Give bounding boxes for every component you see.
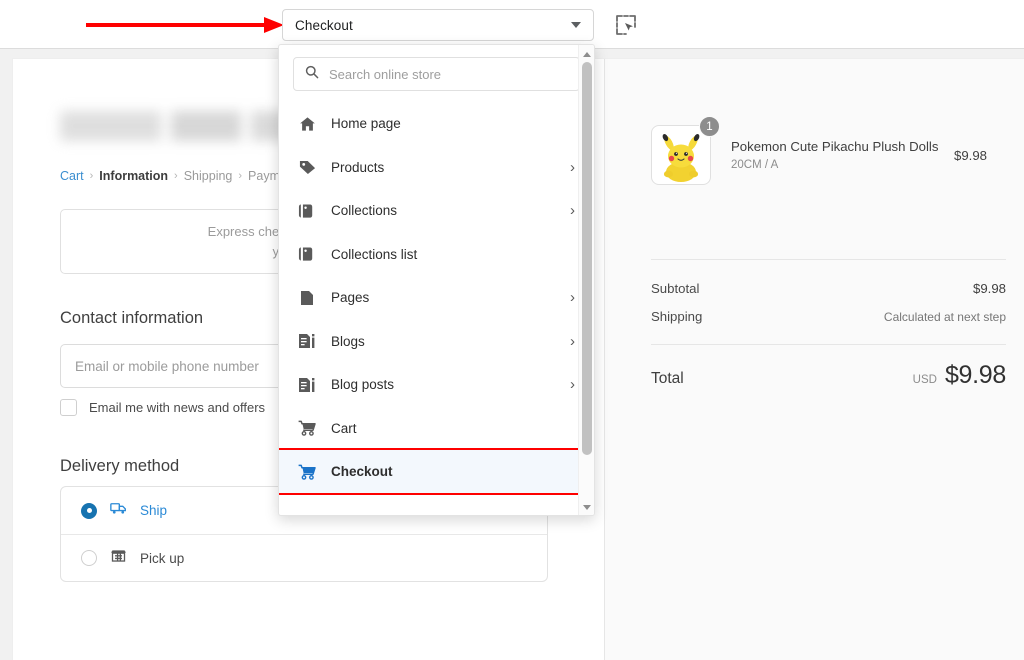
newsletter-optin-row[interactable]: Email me with news and offers [60, 399, 265, 416]
search-input-placeholder: Search online store [329, 66, 442, 82]
tag-icon [297, 159, 317, 175]
red-arrow-annotation [86, 15, 286, 35]
dropdown-item-label: Pages [331, 290, 370, 306]
page-selector[interactable]: Checkout [282, 9, 594, 41]
summary-divider-bottom [651, 344, 1006, 345]
line-item-variant: 20CM / A [731, 159, 779, 171]
breadcrumb-item-cart[interactable]: Cart [60, 169, 84, 183]
subtotal-value: $9.98 [972, 281, 1006, 296]
dropdown-item-label: Cart [331, 420, 357, 436]
scrollbar-thumb[interactable] [582, 62, 592, 455]
pickup-radio[interactable] [81, 550, 97, 566]
chevron-right-icon: › [570, 332, 575, 350]
dropdown-item-cart[interactable]: Cart [279, 407, 594, 451]
dropdown-item-list: Home page Products › Collections › Colle… [279, 100, 594, 495]
shipping-label: Shipping [651, 309, 703, 324]
dropdown-item-pages[interactable]: Pages › [279, 276, 594, 320]
dropdown-item-home-page[interactable]: Home page [279, 102, 594, 146]
summary-row-shipping: Shipping Calculated at next step [651, 309, 1006, 324]
preview-toolbar: Checkout [0, 0, 1024, 49]
blog-icon [297, 333, 317, 349]
dropdown-item-label: Blogs [331, 333, 365, 349]
dropdown-item-label: Collections [331, 203, 398, 219]
shipping-value: Calculated at next step [883, 310, 1006, 324]
subtotal-label: Subtotal [651, 281, 700, 296]
store-icon [110, 548, 127, 568]
chevron-right-icon: › [570, 289, 575, 307]
dropdown-item-blogs[interactable]: Blogs › [279, 320, 594, 364]
screenshot-root: Cart › Information › Shipping › Payme Ex… [0, 0, 1024, 660]
dropdown-item-label: Blog posts [331, 377, 395, 393]
search-icon [305, 65, 319, 84]
home-icon [297, 116, 317, 132]
dropdown-item-checkout[interactable]: Checkout [279, 448, 594, 495]
collection-icon [297, 203, 317, 219]
newsletter-label: Email me with news and offers [89, 400, 266, 415]
breadcrumb-separator: › [89, 170, 94, 182]
delivery-option-pickup[interactable]: Pick up [61, 534, 547, 581]
delivery-method-heading: Delivery method [60, 457, 180, 475]
breadcrumb-item-shipping: Shipping [183, 169, 233, 183]
contact-information-heading: Contact information [60, 309, 204, 327]
email-field-placeholder: Email or mobile phone number [75, 358, 259, 374]
line-item-details: Pokemon Cute Pikachu Plush Dolls 20CM / … [731, 139, 946, 171]
dropdown-item-label: Checkout [331, 464, 393, 480]
line-item-quantity-badge: 1 [699, 116, 720, 137]
total-currency: USD [912, 374, 937, 386]
delivery-option-ship-label: Ship [140, 503, 168, 518]
dropdown-item-label: Collections list [331, 246, 418, 262]
total-amount-group: USD $9.98 [912, 361, 1007, 390]
scroll-up-arrow[interactable] [579, 47, 594, 62]
dropdown-item-label: Products [331, 159, 385, 175]
chevron-right-icon: › [570, 376, 575, 394]
total-value: $9.98 [944, 361, 1006, 389]
dropdown-item-blog-posts[interactable]: Blog posts › [279, 363, 594, 407]
breadcrumb-separator: › [174, 170, 178, 182]
dropdown-item-collections-list[interactable]: Collections list [279, 233, 594, 277]
cart-icon [297, 464, 317, 480]
dropdown-item-products[interactable]: Products › [279, 146, 594, 190]
summary-row-total: Total USD $9.98 [651, 361, 1006, 390]
dropdown-item-label: Home page [331, 116, 401, 132]
breadcrumb-separator: › [238, 170, 243, 182]
line-item-price: $9.98 [953, 147, 987, 163]
delivery-option-pickup-label: Pick up [140, 550, 185, 566]
breadcrumb: Cart › Information › Shipping › Payme [60, 169, 287, 183]
total-label: Total [651, 370, 684, 387]
summary-row-subtotal: Subtotal $9.98 [651, 281, 1006, 296]
collection-icon [297, 246, 317, 262]
line-item-name: Pokemon Cute Pikachu Plush Dolls [731, 139, 939, 154]
newsletter-checkbox[interactable] [60, 399, 77, 416]
scroll-down-arrow[interactable] [579, 500, 594, 515]
dropdown-item-collections[interactable]: Collections › [279, 189, 594, 233]
chevron-right-icon: › [570, 202, 575, 220]
truck-icon [110, 501, 127, 520]
order-line-item: 1 Pokemon Cute Pikachu Plush Dolls 20CM … [651, 116, 987, 185]
order-summary: 1 Pokemon Cute Pikachu Plush Dolls 20CM … [605, 59, 1024, 660]
cart-icon [297, 420, 317, 437]
search-input[interactable]: Search online store [293, 57, 580, 91]
blog-icon [297, 377, 317, 393]
page-selector-dropdown[interactable]: Search online store Home page Products › [278, 44, 595, 516]
line-item-thumbnail-wrap: 1 [651, 116, 720, 185]
dropdown-search-wrap: Search online store [279, 45, 594, 100]
chevron-down-icon [571, 22, 581, 28]
dropdown-scrollbar[interactable] [578, 45, 594, 515]
page-selector-value: Checkout [295, 17, 353, 33]
breadcrumb-item-information[interactable]: Information [99, 169, 168, 183]
store-name-blurred [60, 111, 310, 141]
ship-radio[interactable] [81, 502, 97, 519]
page-icon [297, 290, 317, 306]
select-element-icon[interactable] [612, 12, 640, 38]
summary-divider-top [651, 259, 1006, 260]
chevron-right-icon: › [570, 158, 575, 176]
